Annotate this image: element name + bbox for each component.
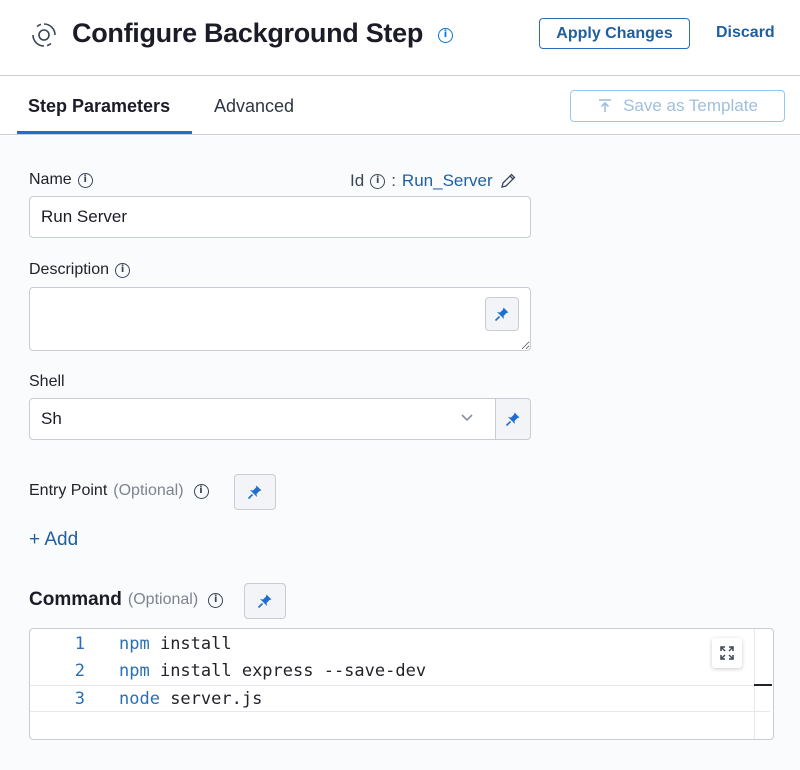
command-label: Command xyxy=(29,589,122,610)
edit-pencil-icon[interactable] xyxy=(499,172,517,190)
code-rest: install express --save-dev xyxy=(149,661,427,681)
code-rest: server.js xyxy=(159,689,263,709)
shell-label: Shell xyxy=(29,373,65,390)
code-keyword: npm xyxy=(119,634,150,654)
pin-icon xyxy=(505,412,520,427)
line-number: 2 xyxy=(74,661,85,681)
line-number: 3 xyxy=(74,689,85,709)
active-tab-indicator xyxy=(17,131,192,134)
code-text: npm install xyxy=(119,631,232,658)
code-keyword: npm xyxy=(119,661,150,681)
name-info-icon[interactable]: i xyxy=(77,172,93,188)
code-keyword: node xyxy=(119,689,160,709)
entry-point-label-row: Entry Point (Optional) i xyxy=(29,482,209,500)
pin-icon xyxy=(494,307,509,322)
line-number: 1 xyxy=(74,634,85,654)
id-row: Id i : Run_Server xyxy=(350,171,517,191)
shell-label-row: Shell xyxy=(29,373,65,391)
code-text: npm install express --save-dev xyxy=(119,658,426,685)
id-separator: : xyxy=(391,171,396,190)
id-value: Run_Server xyxy=(401,171,493,190)
code-rest: install xyxy=(149,634,232,654)
shell-selected-value: Sh xyxy=(41,409,62,428)
description-pin-button[interactable] xyxy=(485,297,519,331)
apply-changes-button[interactable]: Apply Changes xyxy=(539,18,690,49)
description-label-row: Description i xyxy=(29,261,131,279)
tab-bar: Step Parameters Advanced Save as Templat… xyxy=(0,77,800,135)
step-config-header: Configure Background Step i Apply Change… xyxy=(0,0,800,76)
name-label-row: Name i xyxy=(29,171,93,189)
expand-editor-button[interactable] xyxy=(712,638,742,668)
name-input[interactable] xyxy=(29,196,531,238)
tab-step-parameters[interactable]: Step Parameters xyxy=(28,96,170,117)
pin-icon xyxy=(247,485,262,500)
command-optional-tag: (Optional) xyxy=(127,591,199,608)
add-entry-point-link[interactable]: + Add xyxy=(29,529,78,551)
entry-point-optional-tag: (Optional) xyxy=(113,482,184,499)
name-label: Name xyxy=(29,171,72,188)
save-as-template-label: Save as Template xyxy=(623,96,758,115)
description-label: Description xyxy=(29,261,110,278)
entry-point-info-icon[interactable]: i xyxy=(193,483,209,499)
code-line[interactable]: 1 npm install xyxy=(30,631,770,658)
code-line-current[interactable]: 3 node server.js xyxy=(30,685,770,712)
tab-advanced[interactable]: Advanced xyxy=(214,96,294,117)
description-textarea[interactable] xyxy=(29,287,531,351)
command-pin-button[interactable] xyxy=(244,583,286,619)
description-info-icon[interactable]: i xyxy=(115,262,131,278)
code-line[interactable]: 2 npm install express --save-dev xyxy=(30,658,770,685)
upload-icon xyxy=(599,99,612,112)
title-info-icon[interactable]: i xyxy=(438,28,453,43)
code-text: node server.js xyxy=(119,686,262,713)
command-code-editor[interactable]: 1 npm install 2 npm install express --sa… xyxy=(29,628,774,740)
entry-point-pin-button[interactable] xyxy=(234,474,276,510)
pin-icon xyxy=(257,594,272,609)
shell-pin-button[interactable] xyxy=(495,398,531,440)
editor-scroll-thumb[interactable] xyxy=(754,684,772,686)
shell-select[interactable]: Sh xyxy=(29,398,496,440)
page-title: Configure Background Step xyxy=(72,18,424,48)
command-info-icon[interactable]: i xyxy=(208,592,224,608)
save-as-template-button[interactable]: Save as Template xyxy=(570,90,785,122)
step-gear-icon xyxy=(32,23,56,47)
expand-icon xyxy=(720,646,734,660)
discard-button[interactable]: Discard xyxy=(716,24,775,42)
id-info-icon[interactable]: i xyxy=(370,173,386,189)
id-label: Id xyxy=(350,171,365,190)
entry-point-label: Entry Point xyxy=(29,482,108,499)
step-parameters-panel: Name i Id i : Run_Server Description i S… xyxy=(0,136,800,770)
command-label-row: Command (Optional) i xyxy=(29,589,224,611)
chevron-down-icon xyxy=(461,414,473,422)
